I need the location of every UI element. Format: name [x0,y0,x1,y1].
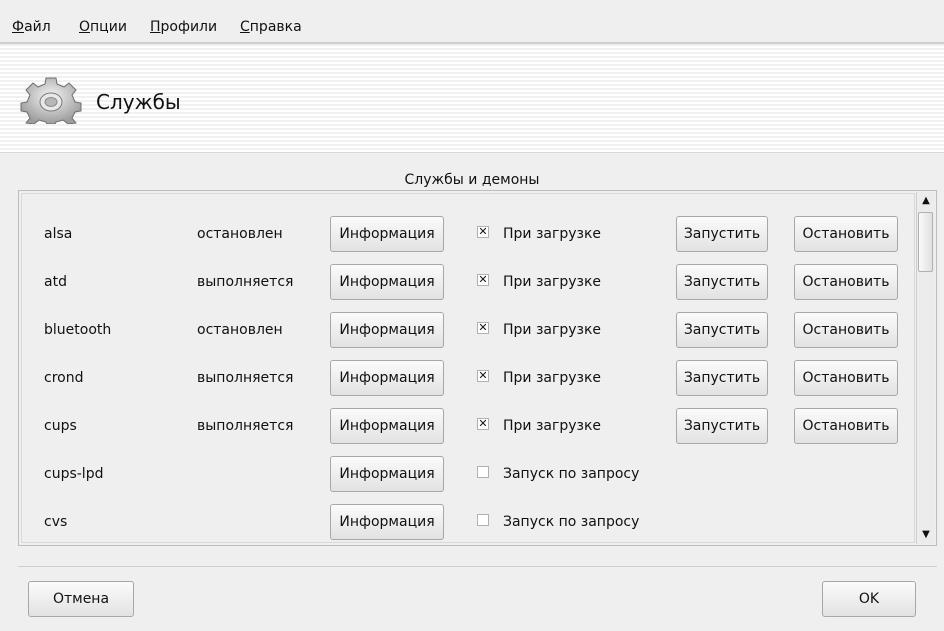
info-button[interactable]: Информация [330,504,444,540]
boot-checkbox[interactable]: ✕ [477,418,489,430]
stop-button[interactable]: Остановить [794,408,898,444]
section-title: Службы и демоны [404,172,540,188]
menu-profiles[interactable]: Профили [150,19,217,35]
ondemand-checkbox[interactable] [477,514,489,526]
menu-file[interactable]: Файл [12,19,51,35]
service-row: atd выполняется Информация ✕ При загрузк… [22,259,914,307]
service-status: выполняется [197,370,294,386]
boot-checkbox[interactable]: ✕ [477,226,489,238]
stop-button[interactable]: Остановить [794,216,898,252]
boot-checkbox[interactable]: ✕ [477,274,489,286]
service-name: cups-lpd [44,466,104,482]
service-name: cups [44,418,77,434]
boot-checkbox[interactable]: ✕ [477,370,489,382]
service-row: alsa остановлен Информация ✕ При загрузк… [22,211,914,259]
ondemand-label: Запуск по запросу [503,514,640,530]
info-button[interactable]: Информация [330,360,444,396]
start-button[interactable]: Запустить [676,264,768,300]
services-list[interactable]: alsa остановлен Информация ✕ При загрузк… [21,193,915,543]
scroll-down-icon[interactable]: ▼ [917,526,935,544]
service-name: crond [44,370,84,386]
service-name: cvs [44,514,68,530]
footer-divider [18,566,937,567]
stop-button[interactable]: Остановить [794,312,898,348]
info-button[interactable]: Информация [330,312,444,348]
service-name: bluetooth [44,322,112,338]
service-row: cups-lpd Информация Запуск по запросу [22,451,914,499]
header-banner: Службы [0,46,944,153]
service-row: crond выполняется Информация ✕ При загру… [22,355,914,403]
menu-options[interactable]: Опции [79,19,127,35]
service-row: cvs Информация Запуск по запросу [22,499,914,542]
service-status: выполняется [197,274,294,290]
service-status: остановлен [197,226,283,242]
stop-button[interactable]: Остановить [794,264,898,300]
service-name: alsa [44,226,73,242]
ondemand-checkbox[interactable] [477,466,489,478]
menubar: Файл Опции Профили Справка [0,0,944,44]
vertical-scrollbar[interactable]: ▲ ▼ [916,192,935,544]
info-button[interactable]: Информация [330,456,444,492]
ok-button[interactable]: OK [822,581,916,617]
page-title: Службы [96,90,181,114]
service-row: bluetooth остановлен Информация ✕ При за… [22,307,914,355]
start-button[interactable]: Запустить [676,360,768,396]
start-button[interactable]: Запустить [676,408,768,444]
service-row: cups выполняется Информация ✕ При загруз… [22,403,914,451]
boot-label: При загрузке [503,274,602,290]
services-panel: alsa остановлен Информация ✕ При загрузк… [18,190,937,546]
start-button[interactable]: Запустить [676,312,768,348]
scroll-up-icon[interactable]: ▲ [917,192,935,210]
boot-label: При загрузке [503,370,602,386]
boot-label: При загрузке [503,322,602,338]
info-button[interactable]: Информация [330,264,444,300]
scroll-thumb[interactable] [918,212,933,272]
ondemand-label: Запуск по запросу [503,466,640,482]
boot-checkbox[interactable]: ✕ [477,322,489,334]
service-status: выполняется [197,418,294,434]
gear-icon [18,76,84,125]
service-name: atd [44,274,67,290]
boot-label: При загрузке [503,226,602,242]
info-button[interactable]: Информация [330,408,444,444]
stop-button[interactable]: Остановить [794,360,898,396]
start-button[interactable]: Запустить [676,216,768,252]
menu-help[interactable]: Справка [240,19,302,35]
info-button[interactable]: Информация [330,216,444,252]
service-status: остановлен [197,322,283,338]
boot-label: При загрузке [503,418,602,434]
cancel-button[interactable]: Отмена [28,581,134,617]
